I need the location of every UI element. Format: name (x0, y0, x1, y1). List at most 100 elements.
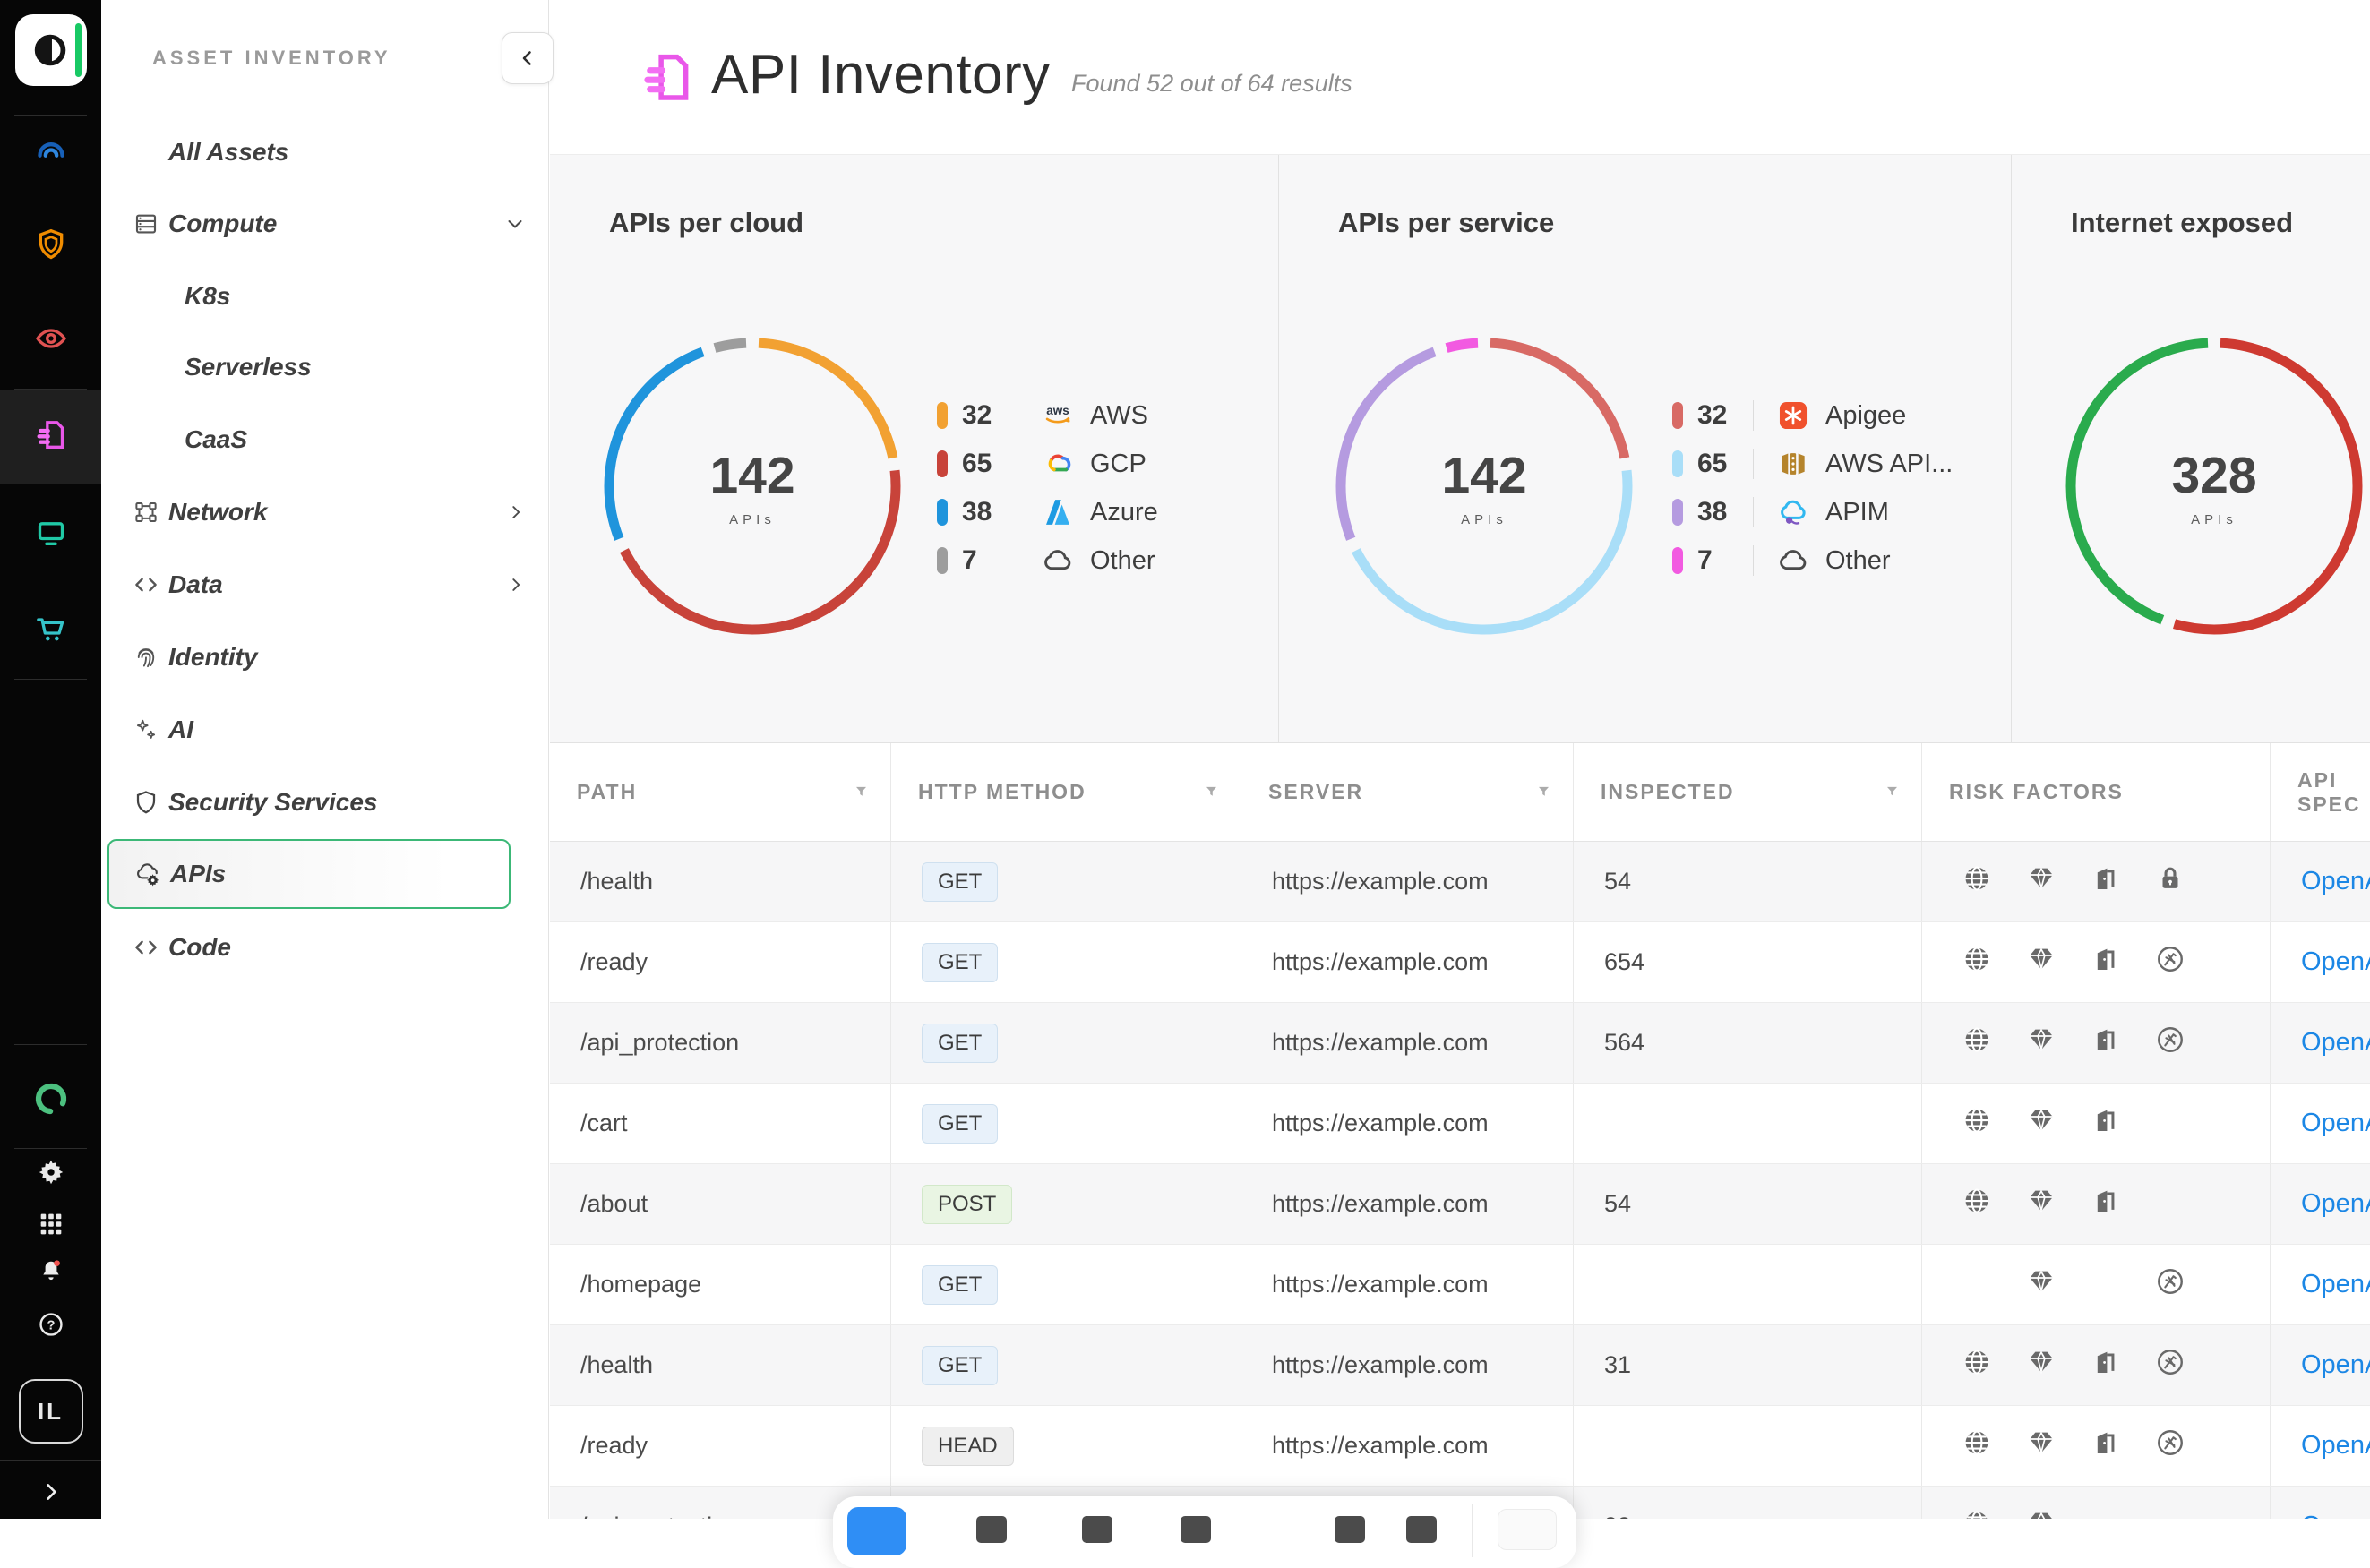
apigee-logo-icon (1773, 398, 1813, 433)
toolbar-icon-4[interactable] (1335, 1516, 1365, 1543)
risk-owasp-wasp-icon (2155, 1266, 2185, 1303)
openapi-link[interactable]: OpenAPI (2301, 1028, 2370, 1058)
column-label: RISK FACTORS (1949, 780, 2124, 804)
chevron-right-icon[interactable] (506, 575, 526, 595)
legend-swatch (937, 402, 948, 429)
table-row[interactable]: /health GET https://example.com 31 OpenA… (550, 1325, 2370, 1406)
risk-crown-jewel-icon (2026, 1105, 2057, 1142)
nav-item-serverless[interactable]: Serverless (101, 332, 549, 402)
legend-divider (1753, 400, 1754, 431)
chevron-right-icon[interactable] (506, 502, 526, 522)
nav-item-label: Network (168, 498, 267, 527)
table-row[interactable]: /health GET https://example.com 54 OpenA… (550, 842, 2370, 922)
filter-funnel-icon[interactable] (854, 780, 869, 804)
openapi-link[interactable]: OpenAPI (2301, 1189, 2370, 1219)
legend-value: 7 (962, 545, 1018, 576)
openapi-link[interactable]: OpenAPI (2301, 1512, 2370, 1519)
rail-help[interactable]: ? (0, 1303, 101, 1350)
risk-open-door-icon (2091, 1427, 2121, 1464)
nav-item-identity[interactable]: Identity (101, 622, 549, 692)
nav-item-all-assets[interactable]: All Assets (101, 117, 549, 187)
rail-apps-grid[interactable] (0, 1203, 101, 1249)
http-method-cell: GET (890, 842, 1241, 921)
orca-logo[interactable] (15, 14, 87, 86)
toolbar-icon-5[interactable] (1406, 1516, 1437, 1543)
rail-shield[interactable] (0, 200, 101, 293)
expand-rail-button[interactable] (0, 1456, 101, 1528)
filter-funnel-icon[interactable] (1204, 780, 1219, 804)
openapi-link[interactable]: OpenAPI (2301, 1270, 2370, 1299)
chart-internet-exposed: Internet exposed 328 APIs (2011, 155, 2370, 742)
toolbar-icon-3[interactable] (1181, 1516, 1211, 1543)
legend-item-aws-api-: 65 AWS API... (1672, 440, 1953, 488)
inspected-cell (1573, 1406, 1921, 1486)
nav-item-caas[interactable]: CaaS (101, 405, 549, 475)
nav-item-k8s[interactable]: K8s (101, 261, 549, 331)
apps-grid-icon (37, 1210, 65, 1243)
http-method-badge: GET (922, 862, 998, 902)
openapi-link[interactable]: OpenAPI (2301, 1109, 2370, 1138)
nav-item-code[interactable]: Code (101, 913, 549, 982)
inspected-cell: 54 (1573, 842, 1921, 921)
column-label: API SPEC (2297, 768, 2370, 817)
table-row[interactable]: /about POST https://example.com 54 OpenA… (550, 1164, 2370, 1245)
http-method-cell: GET (890, 922, 1241, 1002)
rail-orca-ring[interactable] (0, 1056, 101, 1145)
help-icon: ? (37, 1310, 65, 1343)
rail-cart[interactable] (0, 584, 101, 677)
chevron-down-icon[interactable] (504, 213, 526, 235)
ai-icon (126, 710, 166, 750)
legend-item-other: 7 Other (937, 536, 1158, 585)
risk-crown-jewel-icon (2026, 944, 2057, 981)
table-row[interactable]: /ready GET https://example.com 654 OpenA… (550, 922, 2370, 1003)
donut-chart: 328 APIs (2062, 334, 2366, 638)
table-row[interactable]: /api_protection GET https://example.com … (550, 1003, 2370, 1084)
svg-text:aws: aws (1046, 404, 1069, 417)
collapse-panel-button[interactable] (502, 32, 554, 84)
toolbar-icon-1[interactable] (976, 1516, 1007, 1543)
avatar-initials: IL (19, 1379, 83, 1444)
risk-factors-cell (1921, 1003, 2270, 1083)
http-method-badge: HEAD (922, 1427, 1014, 1466)
table-row[interactable]: /ready HEAD https://example.com OpenAPI (550, 1406, 2370, 1487)
nav-item-data[interactable]: Data (101, 550, 549, 620)
openapi-link[interactable]: OpenAPI (2301, 947, 2370, 977)
nav-item-label: Security Services (168, 788, 378, 817)
risk-internet-facing-icon (1962, 863, 1992, 900)
nav-item-security-services[interactable]: Security Services (101, 767, 549, 837)
nav-item-network[interactable]: Network (101, 477, 549, 547)
table-row[interactable]: /cart GET https://example.com OpenAPI (550, 1084, 2370, 1164)
nav-item-ai[interactable]: AI (101, 695, 549, 765)
network-icon (126, 493, 166, 532)
openapi-link[interactable]: OpenAPI (2301, 1431, 2370, 1461)
rail-eye[interactable] (0, 294, 101, 387)
openapi-link[interactable]: OpenAPI (2301, 1350, 2370, 1380)
api-spec-cell: OpenAPI (2270, 1245, 2370, 1324)
rail-settings-gear[interactable] (0, 1151, 101, 1197)
nav-item-compute[interactable]: Compute (101, 189, 549, 259)
rail-radar[interactable] (0, 105, 101, 198)
column-header-inspected: INSPECTED (1573, 743, 1921, 841)
legend-value: 32 (1697, 400, 1753, 431)
rail-api[interactable] (0, 390, 101, 484)
user-avatar[interactable]: IL (0, 1375, 101, 1448)
legend-value: 38 (962, 497, 1018, 527)
path-cell: /cart (550, 1084, 890, 1163)
toolbar-secondary-button[interactable] (1498, 1509, 1557, 1550)
toolbar-icon-2[interactable] (1082, 1516, 1112, 1543)
rail-notifications-bell[interactable] (0, 1250, 101, 1297)
risk-factors-cell (1921, 1406, 2270, 1486)
data-icon (126, 565, 166, 604)
filter-funnel-icon[interactable] (1885, 780, 1900, 804)
results-count: Found 52 out of 64 results (1071, 70, 1352, 98)
chart-legend: 32 Apigee 65 AWS API... 38 APIM 7 Other (1672, 391, 1953, 585)
nav-item-apis[interactable]: APIs (107, 839, 511, 909)
table-row[interactable]: /homepage GET https://example.com OpenAP… (550, 1245, 2370, 1325)
toolbar-primary-button[interactable] (847, 1507, 906, 1555)
rail-monitor[interactable] (0, 487, 101, 580)
column-header-risk-factors: RISK FACTORS (1921, 743, 2270, 841)
api-spec-cell: OpenAPI (2270, 1164, 2370, 1244)
openapi-link[interactable]: OpenAPI (2301, 867, 2370, 896)
main-content: API Inventory Found 52 out of 64 results… (550, 0, 2370, 1519)
filter-funnel-icon[interactable] (1536, 780, 1551, 804)
